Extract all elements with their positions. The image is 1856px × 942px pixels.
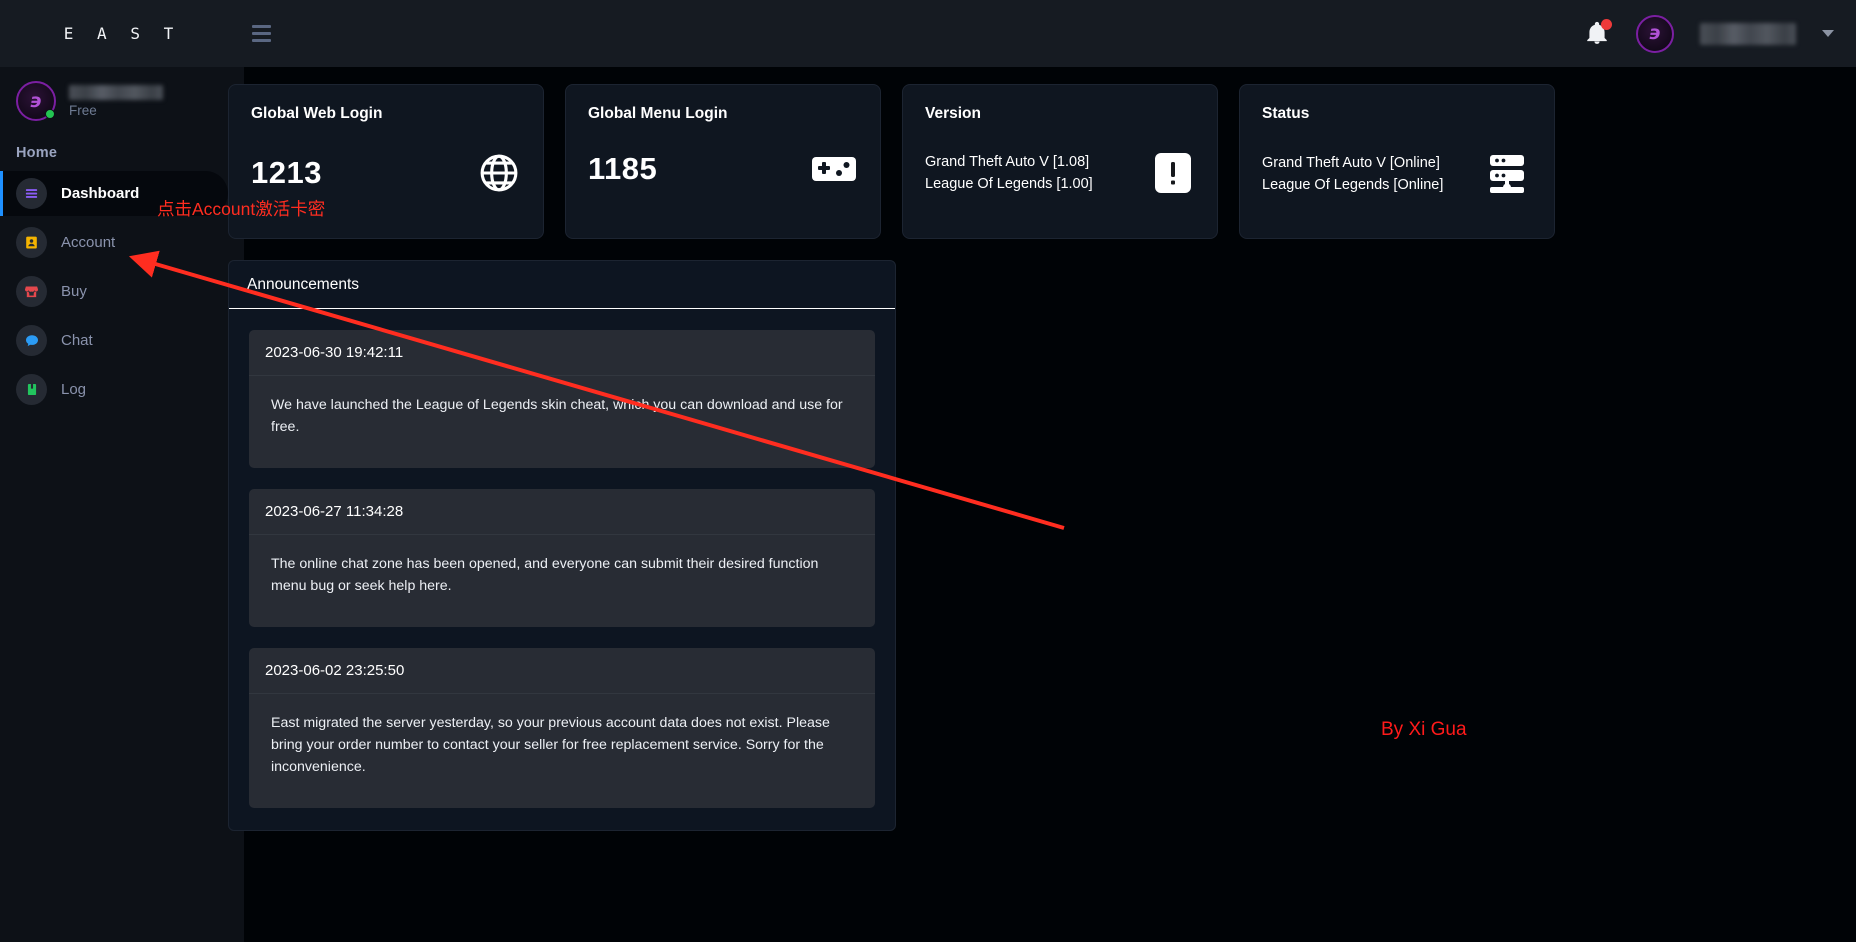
sidebar-label-log: Log [61, 381, 87, 398]
version-line-lol: League Of Legends [1.00] [925, 176, 1093, 192]
top-bar: E A S T ϶ [0, 0, 1856, 67]
card-lines: Grand Theft Auto V [Online] League Of Le… [1262, 155, 1443, 193]
card-body: 1185 [588, 151, 858, 187]
announcements-header: Announcements [229, 261, 895, 309]
main-content: Global Web Login 1213 Global Menu Login … [228, 67, 1856, 942]
chevron-down-icon[interactable] [1822, 30, 1834, 37]
card-status: Status Grand Theft Auto V [Online] Leagu… [1239, 84, 1555, 239]
profile-avatar-logo-mark: ϶ [28, 89, 45, 112]
announcement-date: 2023-06-02 23:25:50 [249, 648, 875, 694]
stat-cards-row: Global Web Login 1213 Global Menu Login … [228, 67, 1840, 239]
status-line-lol: League Of Legends [Online] [1262, 177, 1444, 193]
announcements-title: Announcements [247, 276, 360, 293]
sidebar-label-dashboard: Dashboard [61, 185, 140, 202]
sidebar-profile[interactable]: ϶ Free [0, 67, 244, 131]
chat-bubble-icon [16, 325, 47, 356]
sidebar-label-buy: Buy [61, 283, 87, 300]
version-line-gta: Grand Theft Auto V [1.08] [925, 154, 1090, 170]
card-global-web-login: Global Web Login 1213 [228, 84, 544, 239]
sidebar-item-dashboard[interactable]: Dashboard [0, 171, 228, 216]
announcement-text: The online chat zone has been opened, an… [271, 556, 819, 594]
globe-icon [477, 151, 521, 195]
server-icon [1482, 151, 1532, 197]
brand-logo: E A S T [63, 24, 181, 43]
card-title: Global Menu Login [588, 105, 728, 122]
announcement-date: 2023-06-30 19:42:11 [249, 330, 875, 376]
sidebar-item-log[interactable]: Log [0, 367, 228, 412]
nav-section-title: Home [16, 145, 58, 161]
card-version: Version Grand Theft Auto V [1.08] League… [902, 84, 1218, 239]
status-line-gta: Grand Theft Auto V [Online] [1262, 155, 1440, 171]
notification-badge [1601, 18, 1612, 30]
announcements-list: 2023-06-30 19:42:11 We have launched the… [229, 309, 895, 830]
announcement-text: We have launched the League of Legends s… [271, 397, 843, 435]
sidebar-label-account: Account [61, 234, 116, 251]
sidebar-label-chat: Chat [61, 332, 93, 349]
sidebar-item-chat[interactable]: Chat [0, 318, 228, 363]
profile-text: Free [69, 84, 163, 118]
gamepad-icon [810, 151, 858, 187]
announcement-text: East migrated the server yesterday, so y… [271, 715, 830, 775]
card-body: Grand Theft Auto V [Online] League Of Le… [1262, 151, 1532, 197]
account-name-redacted [1700, 22, 1796, 45]
id-card-icon [16, 227, 47, 258]
avatar-logo-mark: ϶ [1647, 22, 1664, 44]
card-value: 1213 [251, 155, 322, 190]
app-root: E A S T ϶ ϶ Free Home Dashboard Account … [0, 0, 1856, 942]
announcements-panel: Announcements 2023-06-30 19:42:11 We hav… [228, 260, 896, 831]
username-redacted [69, 84, 163, 100]
announcement-item: 2023-06-02 23:25:50 East migrated the se… [249, 648, 875, 808]
card-global-menu-login: Global Menu Login 1185 [565, 84, 881, 239]
sidebar-item-account[interactable]: Account [0, 220, 228, 265]
plan-label: Free [69, 102, 97, 118]
exclamation-icon [1151, 151, 1195, 195]
online-status-dot [45, 109, 55, 119]
announcement-date: 2023-06-27 11:34:28 [249, 489, 875, 535]
hamburger-menu-icon[interactable] [244, 17, 278, 51]
card-value: 1185 [588, 151, 658, 186]
card-body: 1213 [251, 151, 521, 195]
notifications-button[interactable] [1584, 18, 1612, 49]
avatar[interactable]: ϶ [1636, 14, 1674, 53]
card-lines: Grand Theft Auto V [1.08] League Of Lege… [925, 154, 1093, 192]
card-title: Version [925, 105, 981, 122]
sidebar: ϶ Free Home Dashboard Account Buy Chat L… [0, 67, 244, 942]
card-title: Status [1262, 105, 1310, 122]
sidebar-item-buy[interactable]: Buy [0, 269, 228, 314]
card-title: Global Web Login [251, 105, 383, 122]
announcement-item: 2023-06-30 19:42:11 We have launched the… [249, 330, 875, 468]
list-icon [16, 178, 47, 209]
book-icon [16, 374, 47, 405]
store-icon [16, 276, 47, 307]
top-bar-right: ϶ [1584, 14, 1856, 53]
announcement-item: 2023-06-27 11:34:28 The online chat zone… [249, 489, 875, 627]
profile-avatar: ϶ [16, 81, 56, 121]
card-body: Grand Theft Auto V [1.08] League Of Lege… [925, 151, 1195, 195]
